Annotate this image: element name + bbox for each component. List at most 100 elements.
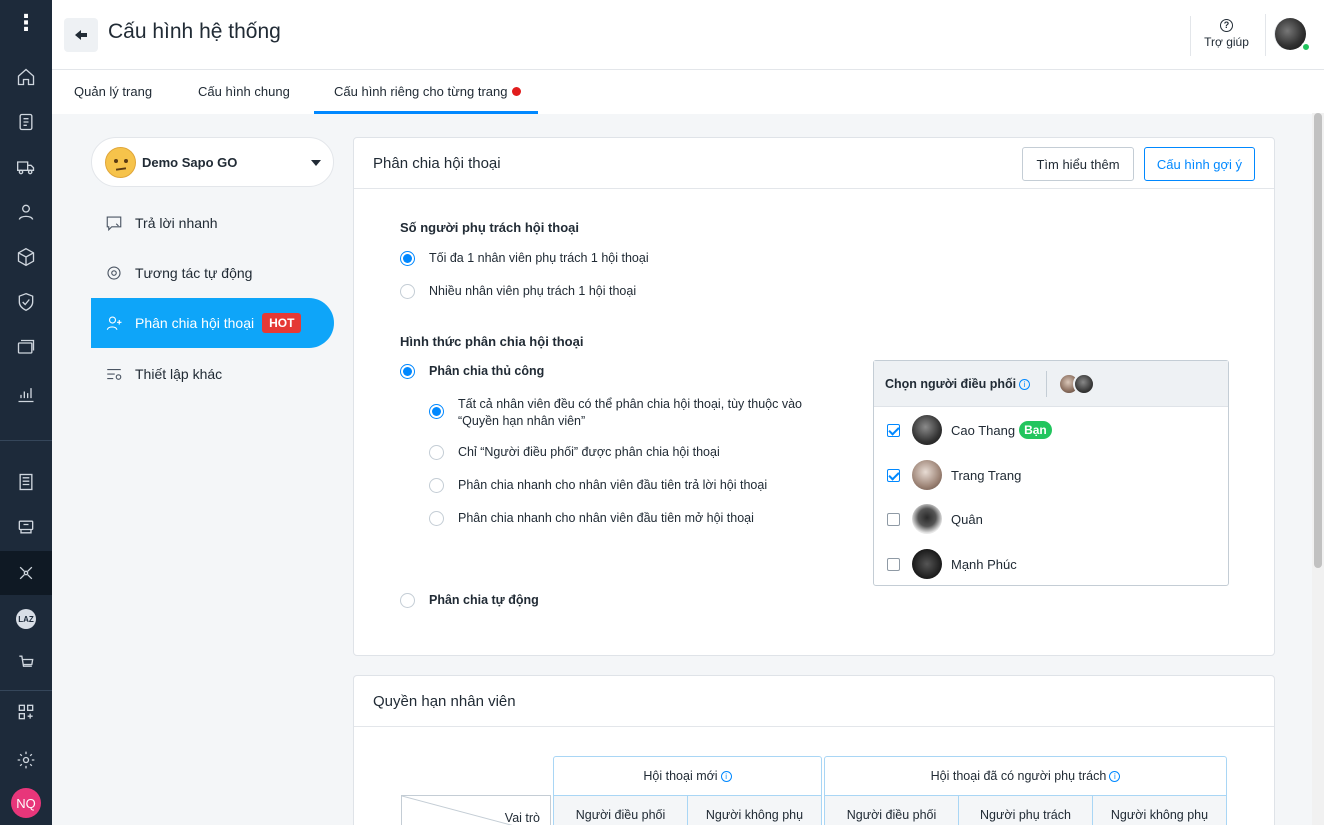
radio-first-open[interactable]: Phân chia nhanh cho nhân viên đầu tiên m… (429, 511, 754, 526)
lazada-icon[interactable]: LAZ (0, 597, 52, 641)
radio-multiple-assignees[interactable]: Nhiều nhân viên phụ trách 1 hội thoại (400, 284, 636, 299)
column-header: Người không phụ (687, 795, 822, 825)
suggested-config-button[interactable]: Cấu hình gợi ý (1144, 147, 1255, 181)
member-name: Mạnh Phúc (951, 556, 1017, 572)
page-scrollbar[interactable] (1312, 113, 1324, 825)
nav-rail: ⋮ LAZ NQ (0, 0, 52, 825)
member-name: Quân (951, 511, 983, 527)
member-row[interactable]: Mạnh Phúc (887, 549, 1017, 579)
member-name: Trang Trang (951, 467, 1022, 483)
home-icon[interactable] (0, 55, 52, 99)
shield-icon[interactable] (0, 280, 52, 324)
radio-button[interactable] (400, 593, 415, 608)
rail-divider (0, 440, 52, 441)
radio-label: Phân chia tự động (429, 593, 539, 607)
member-row[interactable]: Cao Thang Bạn (887, 415, 1052, 445)
store-icon[interactable] (0, 460, 52, 504)
member-avatar (912, 460, 942, 490)
radio-button[interactable] (400, 284, 415, 299)
sidebar-item-auto-interaction[interactable]: Tương tác tự động (91, 248, 334, 298)
member-avatar (912, 415, 942, 445)
member-checkbox-checked[interactable] (887, 423, 900, 437)
gear-chat-icon (107, 266, 121, 280)
radio-label: Phân chia nhanh cho nhân viên đầu tiên m… (458, 511, 754, 525)
member-checkbox-checked[interactable] (887, 468, 900, 482)
shopee-icon[interactable] (0, 640, 52, 684)
member-checkbox[interactable] (887, 512, 900, 526)
sidebar-item-label: Phân chia hội thoại (135, 315, 255, 331)
radio-auto-assignment[interactable]: Phân chia tự động (400, 593, 539, 608)
more-menu-icon[interactable]: ⋮ (0, 10, 52, 36)
info-icon[interactable]: i (720, 770, 732, 782)
radio-button[interactable] (429, 511, 444, 526)
radio-button[interactable] (429, 445, 444, 460)
radio-label: Phân chia thủ công (429, 364, 545, 378)
arrow-left-icon (75, 30, 87, 40)
tab-bar: Quản lý trang Cấu hình chung Cấu hình ri… (52, 70, 1324, 114)
card-header: Quyền hạn nhân viên (354, 676, 1274, 727)
sidebar-item-label: Thiết lập khác (135, 366, 223, 382)
radio-all-staff-assign[interactable]: Tất cả nhân viên đều có thể phân chia hộ… (429, 396, 802, 430)
radio-button-selected[interactable] (400, 251, 415, 266)
radio-button[interactable] (429, 478, 444, 493)
radio-button-selected[interactable] (429, 404, 444, 419)
help-icon: ? (1220, 19, 1233, 32)
sidebar-item-conversation-assignment[interactable]: Phân chia hội thoại HOT (91, 298, 334, 348)
truck-icon[interactable] (0, 145, 52, 189)
apps-icon[interactable] (0, 690, 52, 734)
role-header-cell: Vai trò (401, 795, 551, 825)
tab-per-page-config[interactable]: Cấu hình riêng cho từng trang (334, 84, 522, 99)
tab-general-config[interactable]: Cấu hình chung (198, 84, 290, 99)
you-badge: Bạn (1019, 421, 1052, 439)
help-label: Trợ giúp (1204, 35, 1249, 49)
coordinator-title-text: Chọn người điều phối (885, 377, 1017, 391)
table-group-header-new: Hội thoại mới i (553, 756, 822, 796)
social-icon[interactable] (0, 551, 52, 595)
member-name: Cao Thang (951, 422, 1016, 438)
radio-max-one-assignee[interactable]: Tối đa 1 nhân viên phụ trách 1 hội thoại (400, 251, 649, 266)
page-selector[interactable]: Demo Sapo GO (91, 137, 334, 187)
card-icon[interactable] (0, 326, 52, 370)
page-name: Demo Sapo GO (142, 155, 238, 170)
document-icon[interactable] (0, 100, 52, 144)
role-label: Vai trò (504, 811, 540, 825)
info-icon[interactable]: i (1109, 770, 1121, 782)
radio-label-line: “Quyền hạn nhân viên” (458, 414, 586, 428)
header-divider (1046, 371, 1047, 397)
group-header-label: Hội thoại đã có người phụ trách (930, 769, 1107, 783)
user-avatar-initials[interactable]: NQ (0, 781, 52, 825)
tab-page-management[interactable]: Quản lý trang (74, 84, 152, 99)
coordinator-title: Chọn người điều phối i (885, 377, 1031, 391)
tab-per-page-config-label: Cấu hình riêng cho từng trang (334, 84, 508, 99)
active-tab-indicator (314, 111, 538, 114)
radio-label-line: Tất cả nhân viên đều có thể phân chia hộ… (458, 397, 802, 411)
learn-more-button[interactable]: Tìm hiểu thêm (1022, 147, 1134, 181)
box-icon[interactable] (0, 235, 52, 279)
table-group-header-assigned: Hội thoại đã có người phụ trách i (824, 756, 1227, 796)
scrollbar-thumb[interactable] (1314, 113, 1322, 568)
user-icon[interactable] (0, 190, 52, 234)
sidebar-item-other-settings[interactable]: Thiết lập khác (91, 349, 334, 399)
radio-button-selected[interactable] (400, 364, 415, 379)
column-header: Người điều phối (824, 795, 959, 825)
coordinator-panel-header: Chọn người điều phối i (874, 361, 1228, 407)
message-icon (106, 216, 122, 232)
section-label-assignee-count: Số người phụ trách hội thoại (400, 220, 579, 235)
coordinator-avatar (1073, 373, 1095, 395)
settings-icon[interactable] (0, 738, 52, 782)
radio-manual-assignment[interactable]: Phân chia thủ công (400, 364, 544, 379)
back-button[interactable] (64, 18, 98, 52)
sidebar-item-quick-reply[interactable]: Trả lời nhanh (91, 198, 334, 248)
page-avatar (105, 147, 136, 178)
member-checkbox[interactable] (887, 557, 900, 571)
member-row[interactable]: Quân (887, 504, 983, 534)
sidebar-item-label: Tương tác tự động (135, 265, 253, 281)
radio-coordinator-only[interactable]: Chỉ “Người điều phối” được phân chia hội… (429, 445, 720, 460)
member-row[interactable]: Trang Trang (887, 460, 1021, 490)
radio-first-reply[interactable]: Phân chia nhanh cho nhân viên đầu tiên t… (429, 478, 767, 493)
info-icon[interactable]: i (1019, 379, 1031, 390)
card-title: Phân chia hội thoại (373, 155, 501, 172)
chart-icon[interactable] (0, 372, 52, 416)
help-button[interactable]: ? Trợ giúp (1190, 16, 1250, 56)
pos-icon[interactable] (0, 505, 52, 549)
